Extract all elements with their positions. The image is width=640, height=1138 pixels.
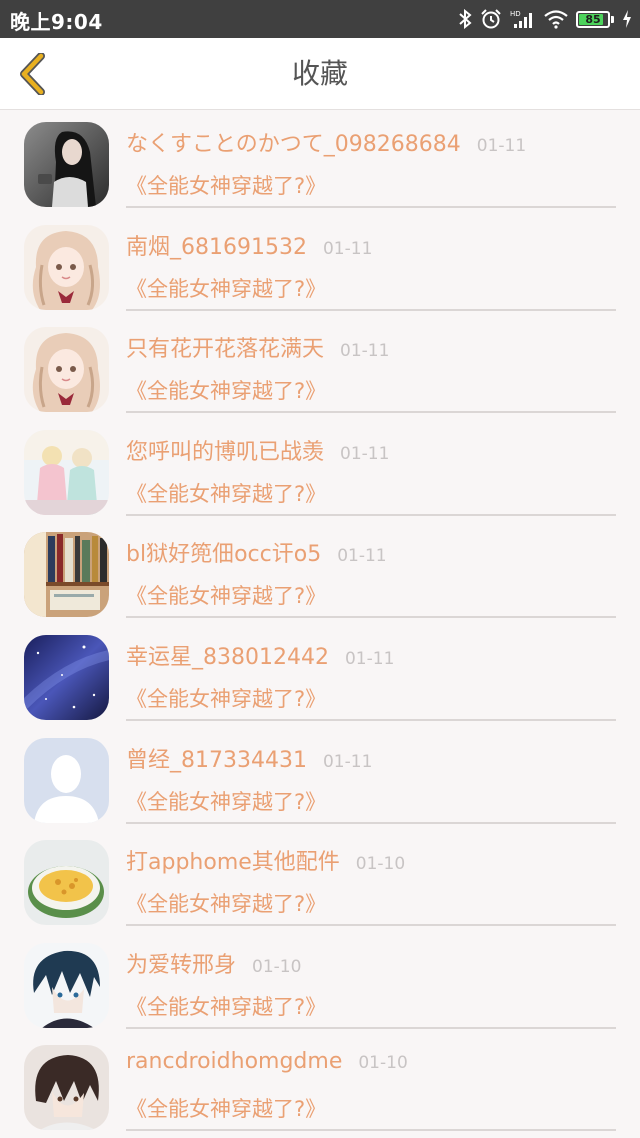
book-title[interactable]: 《全能女神穿越了?》 — [126, 580, 326, 610]
user-line: 打apphome其他配件 01-10 — [126, 844, 405, 876]
page-title: 收藏 — [291, 57, 348, 90]
user-line: なくすことのかつて_098268684 01-11 — [126, 126, 526, 158]
favorite-list-item[interactable]: 幸运星_838012442 01-11 《全能女神穿越了?》 — [0, 623, 640, 726]
user-name[interactable]: bl狱好篼佃occ讦o5 — [126, 542, 321, 567]
item-text: bl狱好篼佃occ讦o5 01-11 《全能女神穿越了?》 — [126, 520, 616, 619]
user-line: 南烟_681691532 01-11 — [126, 229, 372, 261]
wifi-icon — [544, 9, 568, 29]
status-icons: HD 85 — [450, 8, 632, 30]
book-title[interactable]: 《全能女神穿越了?》 — [126, 1093, 326, 1123]
date: 01-10 — [355, 854, 406, 875]
date: 01-11 — [322, 751, 373, 772]
date: 01-10 — [252, 956, 302, 977]
item-text: 幸运星_838012442 01-11 《全能女神穿越了?》 — [126, 623, 616, 721]
date: 01-10 — [358, 1053, 408, 1074]
avatar[interactable] — [24, 224, 109, 310]
user-line: 曾经_817334431 01-11 — [126, 742, 372, 774]
bluetooth-icon — [458, 9, 472, 29]
book-title[interactable]: 《全能女神穿越了?》 — [126, 786, 326, 816]
date: 01-11 — [322, 238, 373, 259]
book-title[interactable]: 《全能女神穿越了?》 — [126, 888, 326, 918]
item-text: なくすことのかつて_098268684 01-11 《全能女神穿越了?》 — [126, 110, 616, 208]
hd-signal-icon: HD — [510, 9, 536, 29]
date: 01-11 — [344, 648, 395, 669]
svg-text:HD: HD — [510, 10, 521, 18]
avatar[interactable] — [24, 327, 109, 413]
status-bar: 晚上9:04 HD 85 — [0, 0, 640, 38]
avatar[interactable] — [24, 634, 109, 720]
date: 01-11 — [476, 136, 527, 156]
user-line: 为爱转邢身 01-10 — [126, 947, 301, 979]
avatar[interactable] — [24, 532, 109, 618]
battery-level: 85 — [585, 12, 601, 26]
user-name[interactable]: 为爱转邢身 — [126, 953, 236, 978]
item-text: 南烟_681691532 01-11 《全能女神穿越了?》 — [126, 213, 616, 311]
user-line: bl狱好篼佃occ讦o5 01-11 — [126, 536, 387, 568]
book-title[interactable]: 《全能女神穿越了?》 — [126, 170, 326, 200]
user-name[interactable]: 打apphome其他配件 — [126, 850, 340, 875]
item-text: 打apphome其他配件 01-10 《全能女神穿越了?》 — [126, 828, 616, 927]
status-time: 晚上9:04 — [10, 10, 103, 34]
favorite-list-item[interactable]: 您呼叫的博叽已战羡 01-11 《全能女神穿越了?》 — [0, 418, 640, 521]
date: 01-11 — [337, 546, 387, 567]
favorite-list-item[interactable]: 只有花开花落花满天 01-11 《全能女神穿越了?》 — [0, 315, 640, 418]
user-line: 您呼叫的博叽已战羡 01-11 — [126, 434, 389, 466]
item-text: rancdroidhomgdme 01-10 《全能女神穿越了?》 — [126, 1033, 616, 1132]
favorite-list-item[interactable]: 打apphome其他配件 01-10 《全能女神穿越了?》 — [0, 828, 640, 931]
favorite-list-item[interactable]: 为爱转邢身 01-10 《全能女神穿越了?》 — [0, 931, 640, 1034]
avatar[interactable] — [24, 122, 109, 207]
header-bar: 收藏 — [0, 38, 640, 110]
user-name[interactable]: 曾经_817334431 — [126, 748, 307, 773]
favorite-list-item[interactable]: bl狱好篼佃occ讦o5 01-11 《全能女神穿越了?》 — [0, 520, 640, 623]
favorite-list-item[interactable]: 南烟_681691532 01-11 《全能女神穿越了?》 — [0, 213, 640, 316]
avatar[interactable] — [24, 429, 109, 515]
user-name[interactable]: なくすことのかつて_098268684 — [126, 132, 461, 157]
date: 01-11 — [340, 443, 390, 464]
user-line: 幸运星_838012442 01-11 — [126, 639, 394, 671]
battery-icon: 85 — [576, 10, 614, 28]
alarm-clock-icon — [480, 9, 502, 29]
charging-icon — [622, 9, 632, 29]
avatar[interactable] — [24, 1045, 109, 1131]
user-line: 只有花开花落花满天 01-11 — [126, 331, 389, 363]
item-text: 为爱转邢身 01-10 《全能女神穿越了?》 — [126, 931, 616, 1029]
book-title[interactable]: 《全能女神穿越了?》 — [126, 273, 326, 303]
favorite-list-item[interactable]: 曾经_817334431 01-11 《全能女神穿越了?》 — [0, 726, 640, 829]
avatar[interactable] — [24, 737, 109, 823]
avatar[interactable] — [24, 942, 109, 1028]
item-text: 曾经_817334431 01-11 《全能女神穿越了?》 — [126, 726, 616, 824]
favorites-list: なくすことのかつて_098268684 01-11 《全能女神穿越了?》 南烟_6… — [0, 110, 640, 1136]
user-name[interactable]: 南烟_681691532 — [126, 235, 307, 260]
favorite-list-item[interactable]: なくすことのかつて_098268684 01-11 《全能女神穿越了?》 — [0, 110, 640, 213]
user-name[interactable]: 您呼叫的博叽已战羡 — [126, 440, 324, 465]
favorite-list-item[interactable]: rancdroidhomgdme 01-10 《全能女神穿越了?》 — [0, 1033, 640, 1136]
item-text: 您呼叫的博叽已战羡 01-11 《全能女神穿越了?》 — [126, 418, 616, 516]
book-title[interactable]: 《全能女神穿越了?》 — [126, 683, 326, 713]
user-name[interactable]: 幸运星_838012442 — [126, 645, 329, 670]
user-name[interactable]: rancdroidhomgdme — [126, 1049, 342, 1074]
book-title[interactable]: 《全能女神穿越了?》 — [126, 991, 326, 1021]
book-title[interactable]: 《全能女神穿越了?》 — [126, 478, 326, 508]
avatar[interactable] — [24, 840, 109, 926]
item-text: 只有花开花落花满天 01-11 《全能女神穿越了?》 — [126, 315, 616, 414]
date: 01-11 — [340, 341, 390, 362]
user-name[interactable]: 只有花开花落花满天 — [126, 337, 324, 362]
book-title[interactable]: 《全能女神穿越了?》 — [126, 375, 326, 405]
user-line: rancdroidhomgdme 01-10 — [126, 1049, 408, 1074]
